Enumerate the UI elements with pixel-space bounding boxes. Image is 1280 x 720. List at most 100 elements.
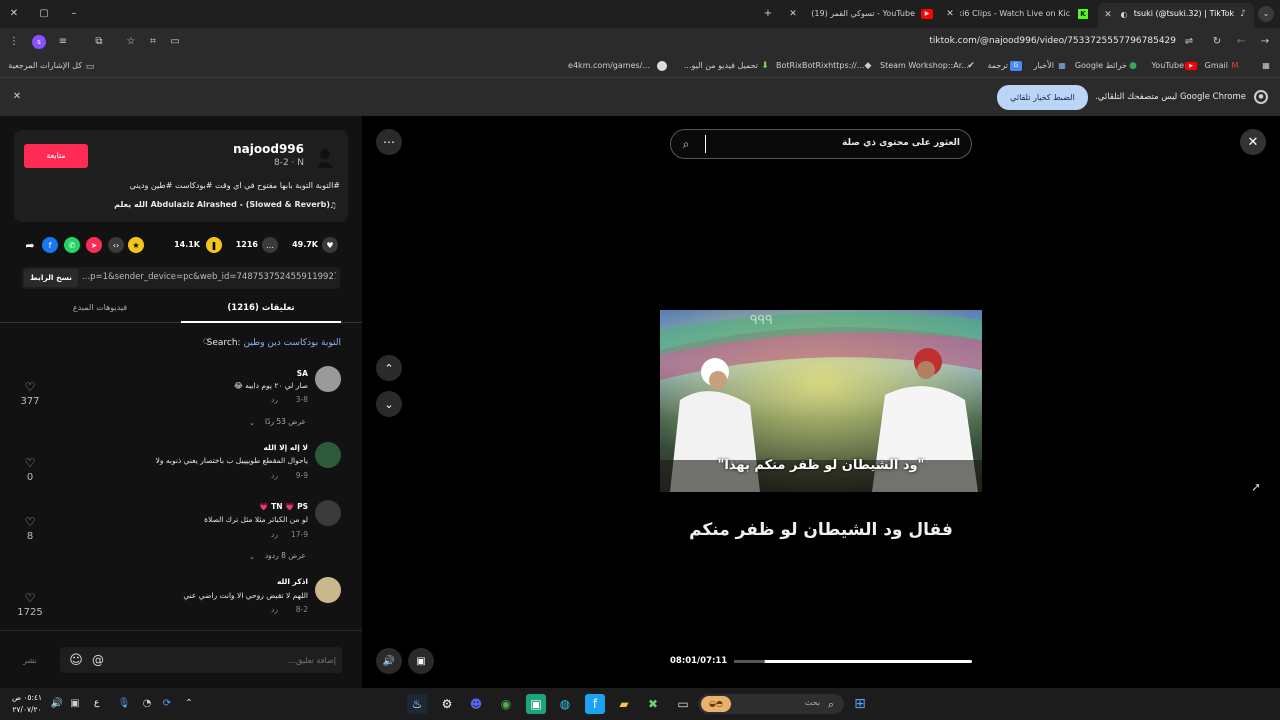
comment-input[interactable]	[110, 651, 336, 669]
comment-like-icon[interactable]: ♡	[23, 515, 37, 529]
clock-date[interactable]: ٢٧/٠٧/٢٠	[10, 705, 44, 714]
media-icon[interactable]: ≡	[56, 34, 70, 50]
close-infobar-icon[interactable]: ✕	[10, 90, 24, 104]
more-options-icon[interactable]: ⋯	[376, 129, 402, 155]
chrome-taskbar-icon[interactable]: ◉	[496, 694, 516, 714]
tab-comments[interactable]: تعليقات (1216)	[181, 303, 341, 313]
telegram-icon[interactable]: ➤	[86, 237, 102, 253]
overflow-tray-icon[interactable]: ⌃	[182, 697, 196, 711]
site-settings-icon[interactable]: ⇌	[1182, 34, 1196, 50]
embed-icon[interactable]: ‹›	[108, 237, 124, 253]
author-avatar[interactable]	[312, 144, 338, 170]
commenter-avatar[interactable]	[315, 442, 341, 468]
clock-time[interactable]: ٠٥:٤١ ص	[10, 693, 44, 702]
tab-youtube[interactable]: ✕ YouTube - تسوكي القمر (19) ▶	[785, 3, 937, 25]
close-tab-icon[interactable]: ✕	[1102, 8, 1114, 22]
profile-icon[interactable]: ✕	[6, 6, 22, 22]
bookmark-gmail[interactable]: Gmail	[1204, 61, 1228, 70]
back-icon[interactable]: →	[1258, 34, 1272, 50]
bookmark-steam[interactable]: Steam Workshop::Ar...	[880, 61, 969, 70]
start-windows-icon[interactable]: ⊞	[850, 694, 870, 714]
menu-icon[interactable]: ⋮	[8, 34, 20, 50]
close-tab-icon[interactable]: ✕	[944, 7, 956, 21]
reply-button[interactable]: رد	[252, 395, 278, 404]
commenter-name[interactable]: لا إله إلا الله	[230, 443, 308, 452]
display-tray-icon[interactable]: ▣	[68, 697, 82, 711]
commenter-avatar[interactable]	[315, 500, 341, 526]
comment-like-icon[interactable]: ♡	[23, 380, 37, 394]
like-icon[interactable]: ♥	[322, 237, 338, 253]
bookmark-maps[interactable]: خرائط Google	[1075, 61, 1127, 70]
edge-taskbar-icon[interactable]: ◍	[555, 694, 575, 714]
xbox-taskbar-icon[interactable]: ✖	[643, 694, 663, 714]
language-indicator[interactable]: ع	[94, 698, 104, 708]
facebook-taskbar-icon[interactable]: f	[585, 694, 605, 714]
previous-video-icon[interactable]: ⌃	[376, 355, 402, 381]
bookmark-youtube[interactable]: YouTube	[1148, 61, 1184, 70]
whatsapp-icon[interactable]: ✆	[64, 237, 80, 253]
save-icon[interactable]: ❚	[206, 237, 222, 253]
commenter-avatar[interactable]	[315, 366, 341, 392]
comment-icon[interactable]: …	[262, 237, 278, 253]
post-comment-button[interactable]: نشر	[18, 656, 42, 665]
commenter-name[interactable]: اذكر الله	[240, 577, 308, 586]
app-taskbar-icon[interactable]: ▣	[526, 694, 546, 714]
author-username[interactable]: najood996	[200, 142, 304, 156]
new-tab-icon[interactable]: +	[760, 6, 776, 22]
tab-list-icon[interactable]: ⌄	[1258, 6, 1274, 22]
tab-kick[interactable]: ✕ Tsuki6 Clips - Watch Live on Kic K	[942, 3, 1092, 25]
cast-icon[interactable]: ▭	[168, 34, 182, 50]
forward-icon[interactable]: ←	[1234, 34, 1248, 50]
microphone-tray-icon[interactable]: 🎙	[118, 697, 131, 711]
progress-track[interactable]	[734, 660, 972, 663]
follow-button[interactable]: متابعة	[24, 144, 88, 168]
bookmark-all[interactable]: كل الإشارات المرجعية	[8, 61, 82, 70]
window-taskbar-icon[interactable]: ▭	[673, 694, 693, 714]
search-icon[interactable]: ⌕	[678, 136, 694, 152]
minimize-icon[interactable]: –	[66, 6, 82, 22]
tab-tiktok-active[interactable]: ✕ ◐ tsuki (@tsuki.32) | TikTok ♪	[1098, 3, 1254, 28]
taskbar-search[interactable]: ⌕ بحث ◒◓	[698, 694, 844, 714]
discord-taskbar-icon[interactable]: ☻	[466, 694, 486, 714]
bookmark-botrix[interactable]: BotRixBotRixhttps://...	[776, 61, 864, 70]
reply-button[interactable]: رد	[252, 471, 278, 480]
emoji-icon[interactable]: ☺	[68, 652, 84, 668]
pip-icon[interactable]: ▣	[408, 648, 434, 674]
search-hint[interactable]: Search: التوبة بودكاست دين وطين	[150, 338, 341, 352]
bookmark-news[interactable]: الأخبار	[1030, 61, 1054, 70]
share-arrow-icon[interactable]: ➦	[22, 237, 38, 253]
bookmark-download[interactable]: تحميل فيديو من اليو...	[678, 61, 758, 70]
set-default-button[interactable]: الضبط كخيار تلقائي	[997, 85, 1088, 110]
settings-taskbar-icon[interactable]: ⚙	[437, 694, 457, 714]
steam-taskbar-icon[interactable]: ♨	[407, 694, 427, 714]
view-replies-button[interactable]: عرض 53 ردًا	[250, 417, 306, 426]
reload-icon[interactable]: ↻	[1210, 34, 1224, 50]
profile-avatar-icon[interactable]: s	[32, 35, 46, 49]
commenter-name[interactable]: TN 💗 PS 💗	[240, 502, 308, 511]
mention-icon[interactable]: @	[90, 652, 106, 668]
reply-button[interactable]: رد	[252, 530, 278, 539]
tab-search-icon[interactable]: ▢	[36, 6, 52, 22]
comment-like-icon[interactable]: ♡	[23, 591, 37, 605]
comment-like-icon[interactable]: ♡	[23, 456, 37, 470]
url-field[interactable]: tiktok.com/@najood996/video/753372555779…	[700, 36, 1176, 46]
bookmark-star-icon[interactable]: ☆	[124, 34, 138, 50]
next-video-icon[interactable]: ⌄	[376, 391, 402, 417]
music-label[interactable]: Abdulaziz Alrashed - (Slowed & Reverb) ا…	[24, 200, 330, 209]
close-video-icon[interactable]: ✕	[1240, 129, 1266, 155]
reply-button[interactable]: رد	[252, 605, 278, 614]
screenshot-icon[interactable]: ⌗	[146, 34, 160, 50]
facebook-icon[interactable]: f	[42, 237, 58, 253]
tray-app-icon[interactable]: ◔	[140, 697, 154, 711]
volume-icon[interactable]: 🔊	[376, 648, 402, 674]
commenter-name[interactable]: SA	[250, 369, 308, 378]
bookmark-e4km[interactable]: e4km.com/games/...	[560, 61, 650, 70]
more-bookmarks-icon[interactable]: ▦	[1260, 60, 1272, 72]
close-tab-icon[interactable]: ✕	[787, 7, 799, 21]
file-explorer-taskbar-icon[interactable]: ▰	[614, 694, 634, 714]
gift-icon[interactable]: ★	[128, 237, 144, 253]
tab-creator-videos[interactable]: فيديوهات المبدع	[20, 303, 180, 312]
sync-tray-icon[interactable]: ⟳	[160, 697, 174, 711]
bookmark-translate[interactable]: ترجمة	[982, 61, 1009, 70]
view-replies-button[interactable]: عرض 8 ردود	[250, 551, 306, 560]
